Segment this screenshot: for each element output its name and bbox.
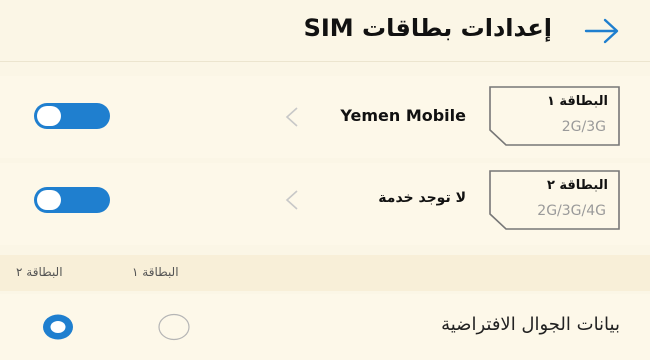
default-mobile-data-label: بيانات الجوال الافتراضية [441, 314, 620, 335]
carrier-name: لا توجد خدمة [378, 190, 466, 206]
sim-1-toggle[interactable] [34, 103, 110, 129]
chevron-left-icon [285, 107, 298, 127]
column-sim-2: البطاقة ٢ [16, 265, 63, 279]
carrier-name: Yemen Mobile [340, 106, 466, 125]
arrow-right-icon[interactable] [584, 17, 620, 45]
sim-2-radio[interactable] [42, 313, 74, 341]
sim-1-radio[interactable] [158, 313, 190, 341]
sim-card-icon: البطاقة ٢ 2G/3G/4G [489, 170, 620, 230]
sim-column-header: البطاقة ١ البطاقة ٢ [0, 255, 650, 291]
sim-row-2[interactable]: البطاقة ٢ 2G/3G/4G لا توجد خدمة [0, 163, 650, 245]
toggle-knob [37, 106, 61, 126]
column-sim-1: البطاقة ١ [132, 265, 179, 279]
toggle-knob [37, 190, 61, 210]
default-mobile-data-row: بيانات الجوال الافتراضية [0, 294, 650, 360]
page-title: إعدادات بطاقات SIM [303, 14, 552, 42]
sim-network-type: 2G/3G [561, 119, 606, 135]
header-bar: إعدادات بطاقات SIM [0, 0, 650, 62]
sim-card-icon: البطاقة ١ 2G/3G [489, 86, 620, 146]
sim-2-toggle[interactable] [34, 187, 110, 213]
sim-row-1[interactable]: البطاقة ١ 2G/3G Yemen Mobile [0, 76, 650, 158]
sim-card-name: البطاقة ٢ [546, 178, 608, 193]
chevron-left-icon [285, 190, 298, 210]
sim-card-name: البطاقة ١ [546, 94, 608, 109]
sim-network-type: 2G/3G/4G [537, 203, 606, 219]
